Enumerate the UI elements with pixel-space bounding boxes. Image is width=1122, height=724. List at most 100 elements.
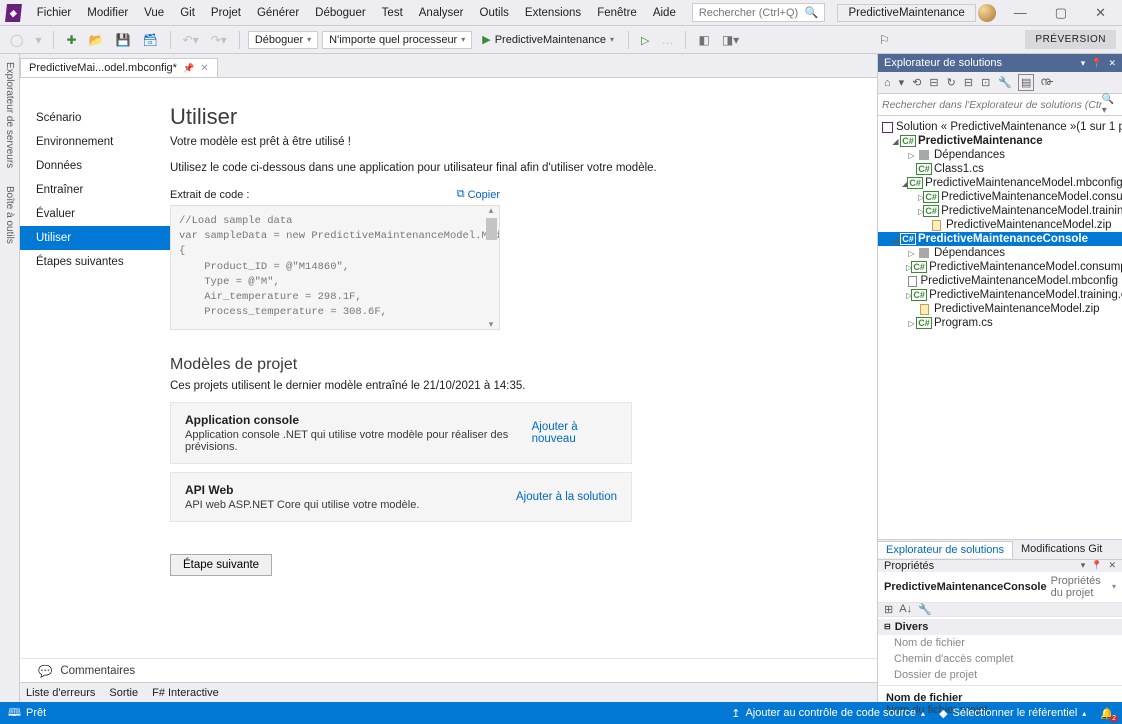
nav-next-steps[interactable]: Étapes suivantes: [20, 250, 170, 274]
tab-output[interactable]: Sortie: [109, 687, 138, 699]
properties-selection[interactable]: PredictiveMaintenanceConsolePropriétés d…: [878, 572, 1122, 603]
add-source-control[interactable]: ↥Ajouter au contrôle de code source▴: [731, 707, 925, 720]
tree-file[interactable]: PredictiveMaintenanceModel.zip: [878, 218, 1122, 232]
tab-solution-explorer[interactable]: Explorateur de solutions: [878, 541, 1013, 558]
quick-search[interactable]: 🔍: [692, 3, 826, 22]
sync-icon[interactable]: ⟲: [910, 75, 923, 90]
toolbox-icon[interactable]: ◧: [694, 31, 713, 49]
new-item-icon[interactable]: ✚: [62, 31, 80, 49]
prop-row[interactable]: Nom de fichier: [878, 635, 1122, 651]
menu-déboguer[interactable]: Déboguer: [307, 3, 374, 23]
add-to-solution-link[interactable]: Ajouter à la solution: [516, 491, 617, 503]
open-icon[interactable]: 📂: [85, 31, 108, 49]
start-without-debug-icon[interactable]: ▷: [637, 31, 653, 49]
close-icon[interactable]: ✕: [1108, 560, 1116, 571]
properties-grid[interactable]: ⊟Divers Nom de fichier Chemin d'accès co…: [878, 617, 1122, 685]
toolbox2-icon[interactable]: ◨▾: [718, 31, 743, 49]
quick-search-input[interactable]: [699, 7, 803, 19]
maximize-button[interactable]: ▢: [1045, 1, 1077, 25]
feedback-icon[interactable]: ⚐: [875, 31, 894, 49]
menu-test[interactable]: Test: [374, 3, 411, 23]
document-tab[interactable]: PredictiveMai...odel.mbconfig* 📌 ✕: [20, 58, 218, 77]
tree-solution[interactable]: Solution « PredictiveMaintenance »(1 sur…: [878, 120, 1122, 134]
menu-générer[interactable]: Générer: [249, 3, 307, 23]
nav-scenario[interactable]: Scénario: [20, 106, 170, 130]
tree-file[interactable]: ▷C#PredictiveMaintenanceModel.consumptio…: [878, 260, 1122, 274]
user-avatar-icon[interactable]: [978, 4, 996, 22]
menu-aide[interactable]: Aide: [645, 3, 684, 23]
properties-icon[interactable]: 🔧: [996, 75, 1014, 90]
pending-icon[interactable]: ⊟: [927, 75, 940, 90]
tree-file[interactable]: ▷C#Program.cs: [878, 316, 1122, 330]
code-scrollbar[interactable]: ▴ ▾: [484, 205, 498, 330]
prop-category[interactable]: ⊟Divers: [878, 619, 1122, 635]
collapse-icon[interactable]: ⊟: [962, 75, 975, 90]
menu-fichier[interactable]: Fichier: [29, 3, 80, 23]
menu-projet[interactable]: Projet: [203, 3, 249, 23]
save-icon[interactable]: 💾: [111, 31, 134, 49]
close-icon[interactable]: ✕: [1108, 58, 1116, 69]
tab-git-changes[interactable]: Modifications Git: [1013, 541, 1110, 557]
platform-dropdown[interactable]: N'importe quel processeur▾: [322, 31, 472, 49]
tree-dependencies[interactable]: ▷Dépendances: [878, 246, 1122, 260]
tree-project[interactable]: ◢C#PredictiveMaintenance: [878, 134, 1122, 148]
menu-git[interactable]: Git: [172, 3, 203, 23]
tab-error-list[interactable]: Liste d'erreurs: [26, 687, 95, 699]
tree-dependencies[interactable]: ▷Dépendances: [878, 148, 1122, 162]
solution-name-badge[interactable]: PredictiveMaintenance: [837, 4, 975, 22]
tab-fsharp[interactable]: F# Interactive: [152, 687, 219, 699]
scroll-up-icon[interactable]: ▴: [484, 205, 498, 216]
tree-file[interactable]: PredictiveMaintenanceModel.zip: [878, 302, 1122, 316]
nav-use[interactable]: Utiliser: [20, 226, 170, 250]
tree-file[interactable]: PredictiveMaintenanceModel.mbconfig: [878, 274, 1122, 288]
solution-search-input[interactable]: [882, 99, 1102, 111]
select-repository[interactable]: ◆Sélectionner le référentiel▴: [939, 707, 1086, 720]
dropdown-icon[interactable]: ▾: [1081, 58, 1086, 69]
copy-code-link[interactable]: ⧉Copier: [457, 188, 500, 201]
nav-train[interactable]: Entraîner: [20, 178, 170, 202]
pin-icon[interactable]: 📍: [1091, 58, 1102, 69]
toolbox-tab[interactable]: Boîte à outils: [3, 182, 16, 248]
tree-file[interactable]: C#Class1.cs: [878, 162, 1122, 176]
prop-row[interactable]: Chemin d'accès complet: [878, 651, 1122, 667]
preview-icon[interactable]: ▤: [1018, 74, 1034, 91]
home-icon[interactable]: ⌂: [882, 76, 893, 90]
add-again-link[interactable]: Ajouter à nouveau: [532, 421, 617, 445]
menu-analyser[interactable]: Analyser: [411, 3, 472, 23]
nav-evaluate[interactable]: Évaluer: [20, 202, 170, 226]
tree-project-console[interactable]: ◢C#PredictiveMaintenanceConsole: [878, 232, 1122, 246]
pin-icon[interactable]: 📌: [183, 63, 194, 74]
solution-search[interactable]: 🔍▾: [878, 94, 1122, 116]
next-step-button[interactable]: Étape suivante: [170, 554, 272, 576]
refresh-icon[interactable]: ↻: [945, 75, 958, 90]
server-explorer-tab[interactable]: Explorateur de serveurs: [3, 58, 16, 172]
show-all-icon[interactable]: ⊡: [979, 75, 992, 90]
tree-file[interactable]: ▷C#PredictiveMaintenanceModel.training.c…: [878, 204, 1122, 218]
menu-vue[interactable]: Vue: [136, 3, 172, 23]
tree-mbconfig[interactable]: ◢C#PredictiveMaintenanceModel.mbconfig: [878, 176, 1122, 190]
nav-data[interactable]: Données: [20, 154, 170, 178]
notifications-button[interactable]: 🔔2: [1100, 707, 1114, 720]
tree-file[interactable]: ▷C#PredictiveMaintenanceModel.consumptio…: [878, 190, 1122, 204]
menu-fenêtre[interactable]: Fenêtre: [589, 3, 645, 23]
prop-row[interactable]: Dossier de projet: [878, 667, 1122, 683]
categorized-icon[interactable]: ⊞: [884, 603, 893, 616]
tree-file[interactable]: ▷C#PredictiveMaintenanceModel.training.c…: [878, 288, 1122, 302]
save-all-icon[interactable]: 🗃: [138, 31, 161, 49]
scroll-down-icon[interactable]: ▾: [484, 319, 498, 330]
wrench-icon[interactable]: 🔧: [918, 603, 932, 616]
close-button[interactable]: ✕: [1085, 1, 1116, 25]
view-icon[interactable]: ൹: [1038, 75, 1055, 90]
alphabetical-icon[interactable]: A↓: [899, 603, 912, 615]
menu-outils[interactable]: Outils: [472, 3, 517, 23]
config-dropdown[interactable]: Déboguer▾: [248, 31, 318, 49]
menu-extensions[interactable]: Extensions: [517, 3, 589, 23]
pin-icon[interactable]: 📍: [1091, 560, 1102, 571]
close-icon[interactable]: ✕: [200, 63, 208, 74]
start-debug-button[interactable]: ▶PredictiveMaintenance▾: [476, 31, 620, 48]
solution-tree[interactable]: Solution « PredictiveMaintenance »(1 sur…: [878, 116, 1122, 539]
dropdown-icon[interactable]: ▾: [1081, 560, 1086, 571]
menu-modifier[interactable]: Modifier: [79, 3, 136, 23]
code-snippet[interactable]: //Load sample data var sampleData = new …: [170, 205, 500, 330]
comments-button[interactable]: 💬 Commentaires: [20, 658, 877, 682]
